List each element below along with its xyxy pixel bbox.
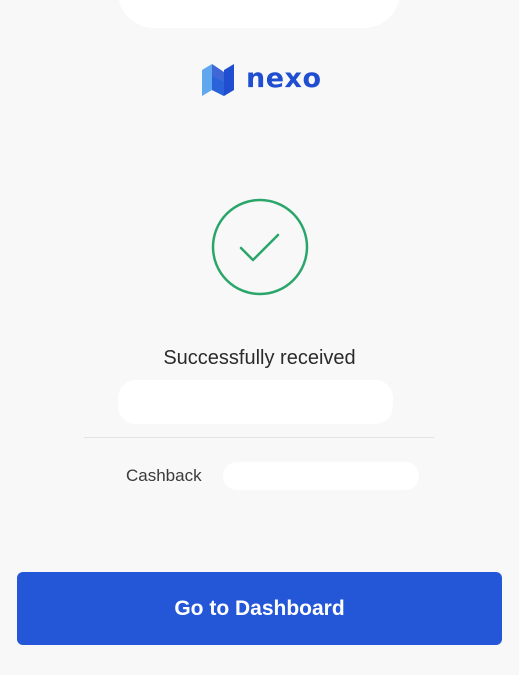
cashback-label: Cashback — [126, 466, 202, 485]
brand-name: nexo — [246, 63, 322, 94]
checkmark-circle-icon — [211, 198, 309, 296]
top-notch — [118, 0, 400, 28]
nexo-logo-icon — [202, 64, 234, 96]
cashback-value-redacted — [223, 462, 419, 490]
go-to-dashboard-button[interactable]: Go to Dashboard — [17, 572, 502, 645]
status-title: Successfully received — [163, 347, 356, 369]
divider — [84, 437, 434, 438]
nexo-logo: nexo — [200, 60, 322, 100]
received-amount-redacted — [118, 380, 393, 424]
